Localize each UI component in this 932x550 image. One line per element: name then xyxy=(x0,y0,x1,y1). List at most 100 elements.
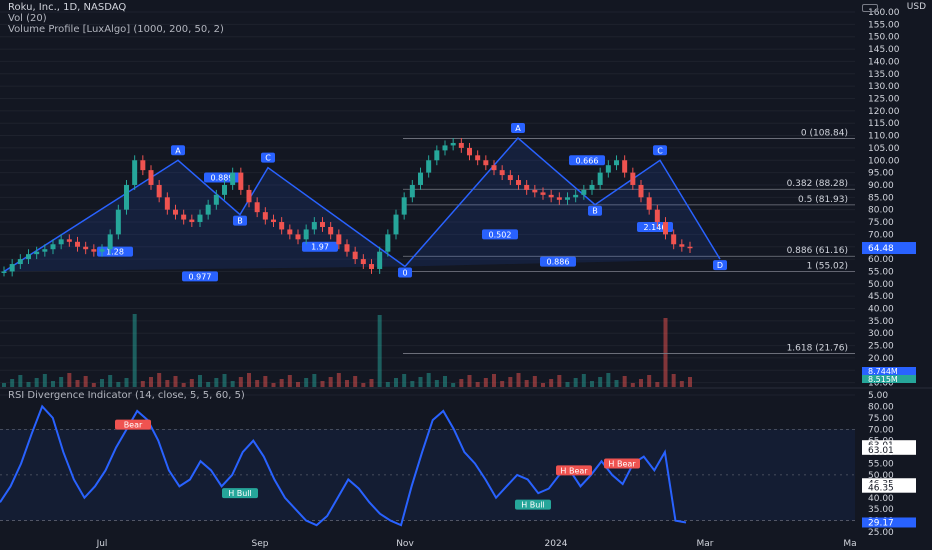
volume-bar xyxy=(124,378,129,387)
candle-body xyxy=(230,172,236,185)
volume-bar xyxy=(508,377,513,387)
candle-body xyxy=(638,184,644,198)
volume-bar xyxy=(59,377,64,387)
price-tick-label: 50.00 xyxy=(868,280,894,290)
volume-bar xyxy=(230,381,235,387)
volume-bar xyxy=(418,377,423,387)
candle-body xyxy=(663,222,668,235)
candle-body xyxy=(344,244,350,252)
candle-body xyxy=(50,244,56,250)
volume-bar xyxy=(181,383,186,387)
candle-body xyxy=(581,189,587,195)
candle-body xyxy=(450,142,456,146)
volume-bar xyxy=(83,376,88,387)
candle-body xyxy=(687,246,693,249)
time-tick-label: Nov xyxy=(396,539,414,549)
volume-bar xyxy=(394,378,398,387)
volume-bar xyxy=(353,376,358,387)
volume-bar xyxy=(320,381,325,387)
rsi-tick-label: 75.00 xyxy=(868,414,894,424)
volume-bar xyxy=(2,383,6,387)
pattern-point-label: C xyxy=(657,146,663,155)
price-tick-label: 55.00 xyxy=(868,267,894,277)
volume-bar xyxy=(279,379,284,387)
volume-bar xyxy=(100,379,104,387)
candle-body xyxy=(197,214,203,223)
divergence-label: H Bull xyxy=(521,501,545,510)
rsi-tick-label: 80.00 xyxy=(868,402,894,412)
volume-bar xyxy=(402,374,407,387)
candle-body xyxy=(156,184,162,198)
candle-body xyxy=(679,244,685,247)
chart-canvas[interactable]: 0 (108.84) 0.382 (88.28) 0.5 (81.93) 0.886 … xyxy=(0,0,932,550)
volume-bar xyxy=(639,379,643,387)
price-tick-label: 115.00 xyxy=(868,119,900,129)
candle-body xyxy=(262,212,268,220)
volume-bar xyxy=(688,377,692,387)
volume-bar xyxy=(622,376,627,387)
candle-body xyxy=(140,160,146,171)
rsi-value-label: 63.01 xyxy=(868,446,894,456)
last-price-label: 64.48 xyxy=(868,244,894,254)
candle-body xyxy=(442,145,448,151)
volume-bar xyxy=(336,373,341,387)
price-tick-label: 20.00 xyxy=(868,354,894,364)
price-tick-label: 25.00 xyxy=(868,342,894,352)
price-tick-label: 145.00 xyxy=(868,45,900,55)
volume-bar xyxy=(116,382,121,387)
candle-body xyxy=(393,214,399,235)
volume-bar xyxy=(296,382,300,387)
candle-body xyxy=(409,184,415,198)
price-tick-label: 45.00 xyxy=(868,292,894,302)
volume-bar xyxy=(426,373,431,387)
candle-body xyxy=(9,264,15,272)
volume-bar xyxy=(516,373,521,387)
candle-body xyxy=(58,239,64,245)
price-tick-label: 150.00 xyxy=(868,33,900,43)
volume-bar xyxy=(157,373,162,387)
price-tick-label: 110.00 xyxy=(868,132,900,142)
candle-body xyxy=(66,239,72,242)
candle-body xyxy=(565,197,570,200)
volume-bar xyxy=(630,383,635,387)
candle-body xyxy=(605,165,611,173)
candle-body xyxy=(614,160,619,166)
pattern-point-label: A xyxy=(515,124,521,133)
candle-body xyxy=(630,172,636,185)
volume-bar xyxy=(410,381,415,387)
volume-bar xyxy=(581,374,586,387)
price-tick-label: 5.00 xyxy=(868,391,888,401)
fib-label: 0.382 (88.28) xyxy=(787,179,848,189)
candle-body xyxy=(524,184,530,190)
volume-bar xyxy=(492,374,496,387)
volume-bar xyxy=(557,375,562,387)
ratio-label: 0.886 xyxy=(547,258,570,267)
volume-bar xyxy=(500,381,505,387)
volume-bar xyxy=(132,314,137,387)
fib-label: 0 (108.84) xyxy=(801,128,848,138)
candle-body xyxy=(671,234,677,245)
volume-bar xyxy=(369,379,374,387)
price-tick-label: 135.00 xyxy=(868,70,900,80)
volume-bar xyxy=(541,383,545,387)
currency-label[interactable]: USD xyxy=(907,2,926,12)
volume-bar xyxy=(443,376,447,387)
candle-body xyxy=(246,189,252,203)
volume-bar xyxy=(42,374,47,387)
candle-body xyxy=(475,155,481,161)
volume-bar xyxy=(263,376,268,387)
volume-bar xyxy=(345,380,349,387)
pattern-point-label: B xyxy=(592,207,598,216)
divergence-label: H Bear xyxy=(608,460,636,469)
candle-body xyxy=(556,197,562,200)
volume-bar xyxy=(271,383,276,387)
volume-bar xyxy=(524,380,529,387)
volume-bar xyxy=(459,379,464,387)
candle-body xyxy=(491,165,497,171)
candle-body xyxy=(507,175,513,181)
candle-body xyxy=(328,226,334,235)
pattern-point-label: B xyxy=(237,217,243,226)
price-tick-label: 60.00 xyxy=(868,255,894,265)
candle-body xyxy=(189,219,195,223)
collapse-icon[interactable] xyxy=(862,4,878,12)
